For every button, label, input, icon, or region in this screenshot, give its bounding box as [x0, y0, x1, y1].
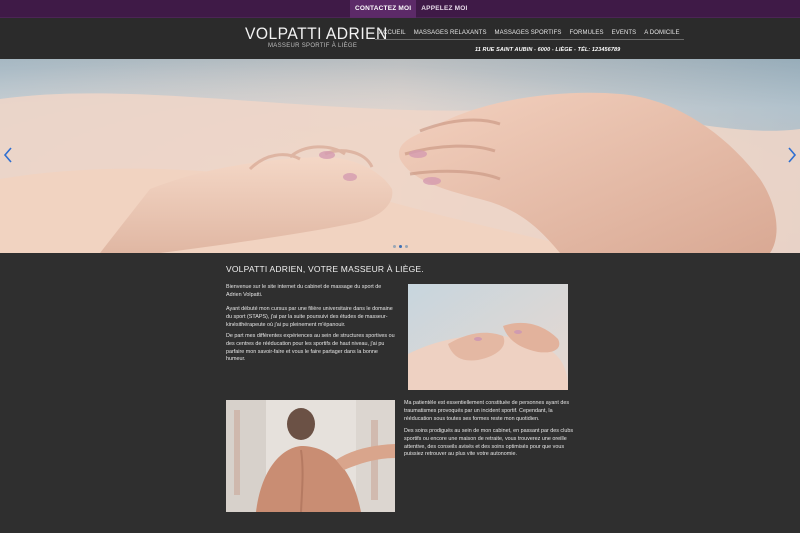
nav-item-events[interactable]: EVENTS — [608, 30, 641, 36]
intro-paragraph-3: De part mes différentes expériences au s… — [226, 333, 395, 363]
top-bar: CONTACTEZ MOI APPELEZ MOI — [0, 0, 800, 18]
slider-next-arrow-icon[interactable] — [787, 147, 797, 163]
main-content: VOLPATTI ADRIEN, VOTRE MASSEUR À LIÈGE. … — [0, 253, 800, 533]
hero-slider[interactable] — [0, 59, 800, 253]
nav-item-formules[interactable]: FORMULES — [566, 30, 608, 36]
call-link[interactable]: APPELEZ MOI — [416, 0, 472, 18]
massage-photo-back — [408, 284, 568, 390]
nav-item-a-domicile[interactable]: A DOMICILE — [640, 30, 683, 36]
slider-prev-arrow-icon[interactable] — [3, 147, 13, 163]
patient-paragraph-1: Ma patientèle est essentiellement consti… — [404, 400, 570, 422]
massage-photo-shoulder — [226, 400, 395, 512]
nav-item-massages-sportifs[interactable]: MASSAGES SPORTIFS — [491, 30, 566, 36]
patient-paragraph-2: Des soins prodigués au sein de mon cabin… — [404, 428, 574, 458]
site-header: VOLPATTI ADRIEN MASSEUR SPORTIF À LIÈGE … — [0, 18, 800, 59]
slider-dot[interactable] — [393, 245, 396, 248]
site-subtitle: MASSEUR SPORTIF À LIÈGE — [268, 43, 358, 49]
main-nav: ACCUEIL MASSAGES RELAXANTS MASSAGES SPOR… — [375, 30, 684, 40]
hero-massage-image — [0, 59, 800, 253]
site-title[interactable]: VOLPATTI ADRIEN — [245, 24, 388, 44]
page-heading: VOLPATTI ADRIEN, VOTRE MASSEUR À LIÈGE. — [226, 264, 424, 274]
nav-item-accueil[interactable]: ACCUEIL — [375, 30, 410, 36]
contact-link[interactable]: CONTACTEZ MOI — [350, 0, 417, 18]
top-links: CONTACTEZ MOI APPELEZ MOI — [350, 0, 473, 18]
nav-item-massages-relaxants[interactable]: MASSAGES RELAXANTS — [410, 30, 491, 36]
slider-dots — [393, 245, 408, 248]
slider-dot[interactable] — [399, 245, 402, 248]
slider-dot[interactable] — [405, 245, 408, 248]
intro-paragraph-1: Bienvenue sur le site internet du cabine… — [226, 284, 382, 298]
contact-address: 11 RUE SAINT AUBIN - 6000 - LIÈGE - TÉL:… — [475, 47, 621, 53]
intro-paragraph-2: Ayant débuté mon cursus par une filière … — [226, 306, 393, 328]
